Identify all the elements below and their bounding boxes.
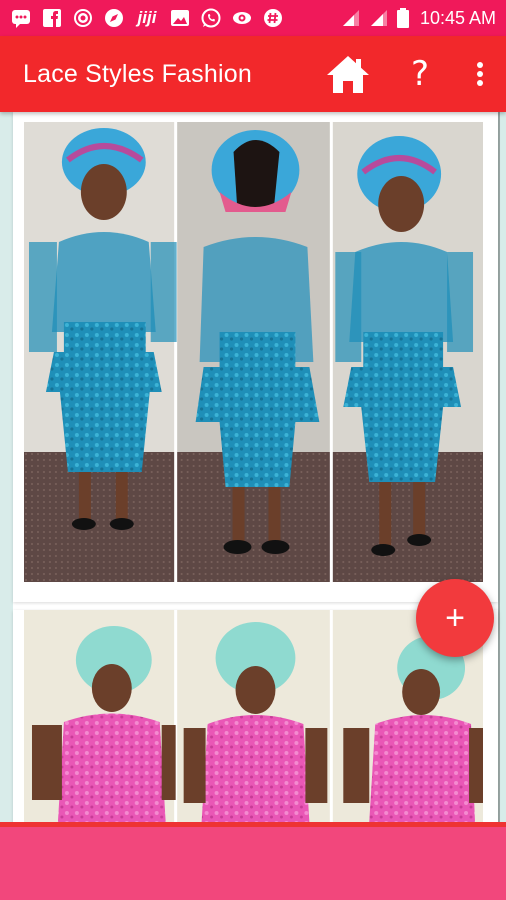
style-feed[interactable] bbox=[0, 112, 506, 822]
whatsapp-icon bbox=[200, 7, 222, 29]
help-icon: ? bbox=[410, 54, 430, 94]
system-status: 10:45 AM bbox=[340, 7, 496, 29]
home-button[interactable] bbox=[318, 36, 378, 112]
bottom-banner[interactable] bbox=[0, 822, 506, 900]
style-photo[interactable] bbox=[24, 122, 483, 582]
eye-icon bbox=[231, 7, 253, 29]
compass-icon bbox=[103, 7, 125, 29]
jiji-text: jiji bbox=[137, 8, 157, 27]
jiji-icon: jiji bbox=[134, 7, 160, 29]
help-button[interactable]: ? bbox=[394, 36, 446, 112]
status-bar: jiji 10:45 AM bbox=[0, 0, 506, 36]
gallery-icon bbox=[169, 7, 191, 29]
turquoise-lace-dress-image bbox=[24, 122, 483, 582]
home-icon bbox=[327, 56, 369, 93]
notification-icons: jiji bbox=[10, 7, 284, 29]
style-card[interactable] bbox=[13, 112, 498, 602]
scrollbar[interactable] bbox=[498, 112, 500, 822]
app-bar-actions: ? bbox=[318, 36, 506, 112]
add-fab-button[interactable]: + bbox=[416, 579, 494, 657]
message-icon bbox=[10, 7, 32, 29]
plus-icon: + bbox=[445, 598, 465, 637]
battery-icon bbox=[396, 7, 410, 29]
signal-icon bbox=[368, 7, 390, 29]
app-title: Lace Styles Fashion bbox=[23, 59, 252, 88]
pink-lace-dress-image bbox=[24, 610, 483, 822]
hash-icon bbox=[262, 7, 284, 29]
overflow-menu-icon bbox=[477, 62, 483, 86]
clock: 10:45 AM bbox=[419, 7, 496, 28]
vine-icon bbox=[72, 7, 94, 29]
facebook-icon bbox=[41, 7, 63, 29]
overflow-menu-button[interactable] bbox=[460, 36, 500, 112]
style-photo[interactable] bbox=[24, 610, 483, 822]
signal-icon bbox=[340, 7, 362, 29]
app-bar: Lace Styles Fashion ? bbox=[0, 36, 506, 112]
left-gutter bbox=[0, 112, 13, 822]
